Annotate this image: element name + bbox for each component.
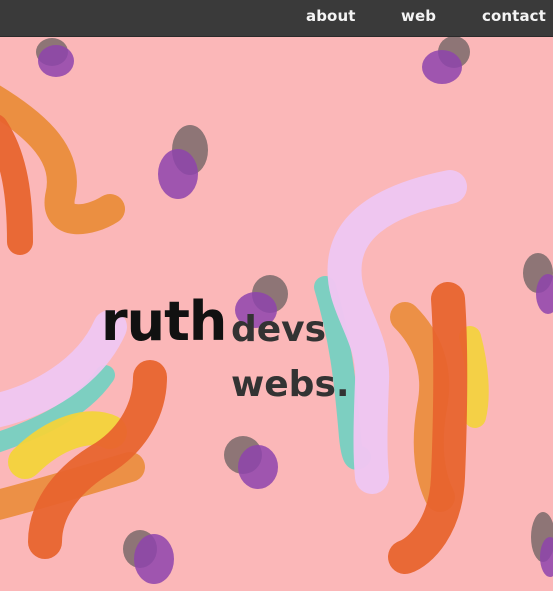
dab-purple-3 — [158, 149, 198, 199]
nav-link-contact[interactable]: contact — [482, 7, 546, 25]
top-navigation-bar: about web contact — [0, 0, 553, 37]
paint-strokes-background — [0, 37, 553, 584]
stroke-red-topleft — [0, 115, 33, 255]
dab-purple-2 — [422, 50, 462, 84]
dab-purple-4 — [235, 292, 277, 328]
stroke-yellow-right — [459, 326, 489, 428]
nav-link-web[interactable]: web — [401, 7, 436, 25]
dab-purple-1 — [38, 45, 74, 77]
dab-purple-6 — [238, 445, 278, 489]
dab-purple-7 — [134, 534, 174, 584]
nav-link-about[interactable]: about — [306, 7, 356, 25]
page: about web contact ruth devs webs. — [0, 0, 553, 591]
